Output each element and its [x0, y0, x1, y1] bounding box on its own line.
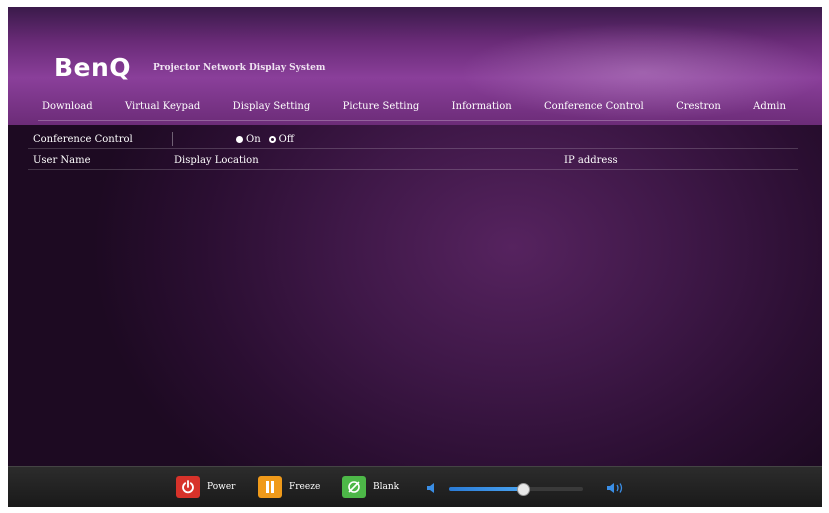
conference-on-label: On: [246, 134, 261, 145]
nav-admin[interactable]: Admin: [749, 101, 790, 112]
app-subtitle: Projector Network Display System: [153, 63, 326, 73]
column-divider: [172, 132, 173, 146]
header-display-location: Display Location: [174, 155, 259, 166]
conference-off-label: Off: [278, 134, 294, 145]
nav-conference-control[interactable]: Conference Control: [540, 101, 648, 112]
conference-control-row: Conference Control On Off: [28, 131, 798, 149]
radio-off-icon[interactable]: [268, 136, 276, 143]
conference-on-radio[interactable]: On: [236, 134, 261, 145]
benq-logo: BenQ: [54, 53, 132, 82]
conference-radio-group: On Off: [236, 134, 294, 145]
nav-crestron[interactable]: Crestron: [672, 101, 725, 112]
blank-screen-icon[interactable]: [342, 476, 366, 498]
volume-slider[interactable]: [449, 483, 583, 496]
main-nav: Download Virtual Keypad Display Setting …: [38, 92, 790, 121]
power-icon[interactable]: [176, 476, 200, 498]
volume-low-icon[interactable]: [426, 479, 438, 498]
nav-virtual-keypad[interactable]: Virtual Keypad: [121, 101, 204, 112]
blank-button[interactable]: Blank: [342, 476, 399, 498]
radio-on-icon[interactable]: [236, 136, 243, 143]
freeze-button[interactable]: Freeze: [258, 476, 320, 498]
conference-control-label: Conference Control: [33, 134, 133, 145]
control-bar: Power Freeze Blank: [8, 466, 822, 507]
nav-download[interactable]: Download: [38, 101, 97, 112]
pause-icon[interactable]: [258, 476, 282, 498]
freeze-label: Freeze: [289, 482, 321, 492]
volume-slider-fill: [449, 487, 523, 491]
volume-slider-thumb[interactable]: [516, 483, 530, 496]
conference-off-radio[interactable]: Off: [268, 134, 294, 145]
nav-picture-setting[interactable]: Picture Setting: [339, 101, 424, 112]
nav-display-setting[interactable]: Display Setting: [229, 101, 315, 112]
blank-label: Blank: [373, 482, 400, 492]
volume-high-icon[interactable]: [606, 479, 626, 498]
header-ip-address: IP address: [564, 155, 618, 166]
app-frame: BenQ Projector Network Display System Do…: [8, 7, 822, 507]
power-button[interactable]: Power: [176, 476, 235, 498]
header-user-name: User Name: [33, 155, 91, 166]
user-table-header: User Name Display Location IP address: [28, 152, 798, 170]
nav-information[interactable]: Information: [448, 101, 516, 112]
power-label: Power: [207, 482, 236, 492]
